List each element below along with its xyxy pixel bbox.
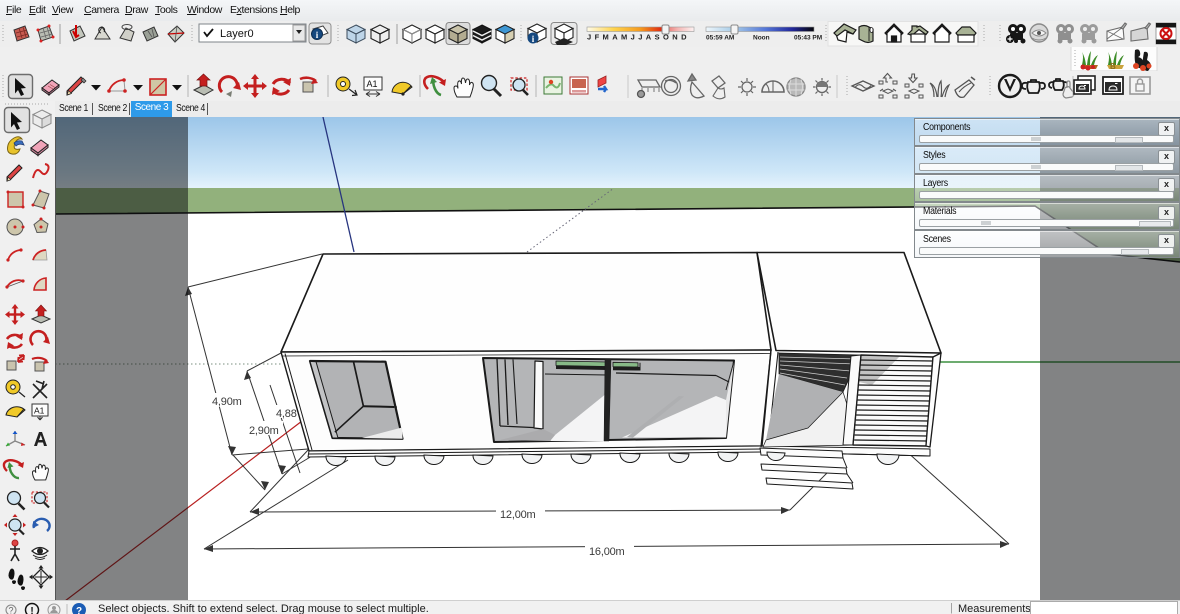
svg-text:16,00m: 16,00m [589,546,625,558]
svg-text:Layer0: Layer0 [220,28,254,40]
svg-text:JFMAMJJASOND: JFMAMJJASOND [587,33,690,42]
svg-text:Noon: Noon [753,35,770,42]
svg-text:2,90m: 2,90m [249,425,279,437]
svg-text:A1: A1 [34,406,45,416]
svg-text:05:59 AM: 05:59 AM [706,35,734,42]
svg-text:4,88: 4,88 [276,408,297,420]
svg-text:?: ? [76,606,82,614]
svg-text:?: ? [8,606,13,614]
svg-text:12,00m: 12,00m [500,509,536,521]
svg-text:!: ! [30,606,33,614]
svg-text:A1: A1 [367,79,378,89]
svg-text:05:43 PM: 05:43 PM [794,35,822,42]
svg-text:B: B [1110,62,1116,71]
svg-text:4,90m: 4,90m [212,396,242,408]
